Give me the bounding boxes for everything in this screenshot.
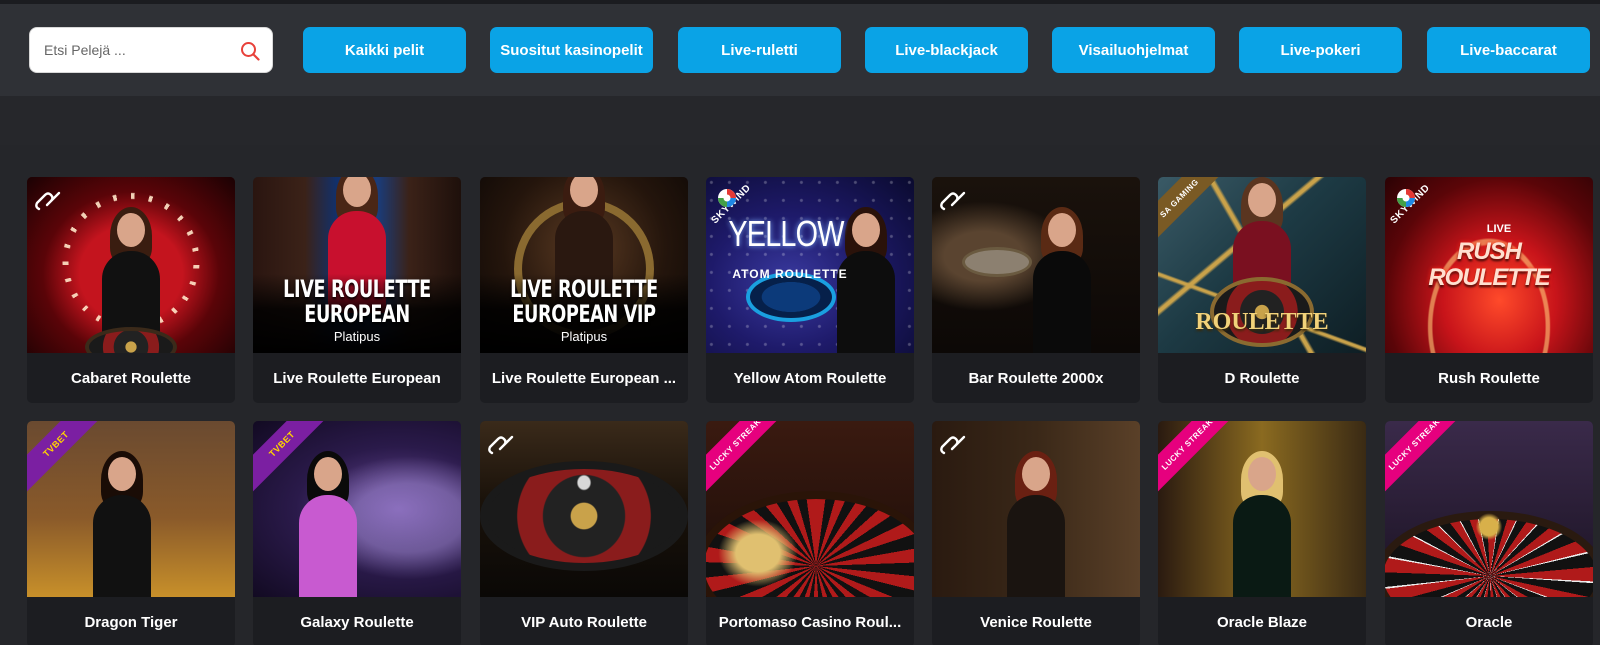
game-art-title: LIVE ROULETTE EUROPEAN Platipus <box>283 275 431 345</box>
game-title[interactable]: VIP Auto Roulette <box>480 597 688 645</box>
filter-popular-casino[interactable]: Suositut kasinopelit <box>490 27 653 73</box>
game-thumbnail[interactable] <box>932 421 1140 597</box>
game-art-title: RUSH ROULETTE <box>1428 238 1550 291</box>
dealer-figure <box>1027 207 1097 353</box>
game-title[interactable]: Cabaret Roulette <box>27 353 235 403</box>
game-title[interactable]: Rush Roulette <box>1385 353 1593 403</box>
game-card-yellow-atom-roulette[interactable]: SKYWIND YELLOW ATOM ROULETTE Yellow Atom… <box>706 177 914 403</box>
game-thumbnail[interactable]: LIVE ROULETTE EUROPEAN VIP Platipus <box>480 177 688 353</box>
game-title[interactable]: Bar Roulette 2000x <box>932 353 1140 403</box>
game-card-bar-roulette-2000x[interactable]: Bar Roulette 2000x <box>932 177 1140 403</box>
game-title[interactable]: Oracle <box>1385 597 1593 645</box>
game-thumbnail[interactable]: TVBET <box>27 421 235 597</box>
game-thumbnail[interactable]: TVBET <box>253 421 461 597</box>
game-thumbnail[interactable]: SKYWIND YELLOW ATOM ROULETTE <box>706 177 914 353</box>
game-card-portomaso-casino-roulette[interactable]: LUCKY STREAK Portomaso Casino Roul... <box>706 421 914 645</box>
game-thumbnail[interactable]: LIVE ROULETTE EUROPEAN Platipus <box>253 177 461 353</box>
game-thumbnail[interactable] <box>27 177 235 353</box>
game-thumbnail[interactable]: LUCKY STREAK <box>706 421 914 597</box>
game-art-title: YELLOW <box>728 213 844 254</box>
filter-all-games[interactable]: Kaikki pelit <box>303 27 466 73</box>
evolution-infinity-icon <box>940 191 966 211</box>
game-card-cabaret-roulette[interactable]: Cabaret Roulette <box>27 177 235 403</box>
game-title[interactable]: Live Roulette European ... <box>480 353 688 403</box>
game-card-rush-roulette[interactable]: SKYWIND LIVE RUSH ROULETTE Rush Roulette <box>1385 177 1593 403</box>
game-card-live-roulette-european[interactable]: LIVE ROULETTE EUROPEAN Platipus Live Rou… <box>253 177 461 403</box>
dealer-figure <box>293 451 363 597</box>
dealer-figure <box>87 451 157 597</box>
evolution-infinity-icon <box>940 435 966 455</box>
filter-live-baccarat[interactable]: Live-baccarat <box>1427 27 1590 73</box>
filter-live-roulette[interactable]: Live-ruletti <box>678 27 841 73</box>
game-thumbnail[interactable]: LUCKY STREAK <box>1158 421 1366 597</box>
game-thumbnail[interactable]: SA GAMING ROULETTE <box>1158 177 1366 353</box>
game-card-live-roulette-european-vip[interactable]: LIVE ROULETTE EUROPEAN VIP Platipus Live… <box>480 177 688 403</box>
dealer-figure <box>1001 451 1071 597</box>
game-card-oracle[interactable]: LUCKY STREAK Oracle <box>1385 421 1593 645</box>
game-title[interactable]: Oracle Blaze <box>1158 597 1366 645</box>
game-title[interactable]: Portomaso Casino Roul... <box>706 597 914 645</box>
game-art-title: ROULETTE <box>1195 309 1329 335</box>
separator-band <box>0 96 1600 145</box>
evolution-infinity-icon <box>488 435 514 455</box>
dealer-figure <box>1227 451 1297 597</box>
game-art-title: LIVE ROULETTE EUROPEAN VIP Platipus <box>510 275 658 345</box>
game-title[interactable]: D Roulette <box>1158 353 1366 403</box>
game-thumbnail[interactable]: SKYWIND LIVE RUSH ROULETTE <box>1385 177 1593 353</box>
skywind-icon <box>718 189 736 207</box>
game-title[interactable]: Live Roulette European <box>253 353 461 403</box>
game-title[interactable]: Yellow Atom Roulette <box>706 353 914 403</box>
game-card-dragon-tiger[interactable]: TVBET Dragon Tiger <box>27 421 235 645</box>
game-thumbnail[interactable] <box>480 421 688 597</box>
skywind-icon <box>1397 189 1415 207</box>
filter-live-poker[interactable]: Live-pokeri <box>1239 27 1402 73</box>
search-icon[interactable] <box>240 41 260 61</box>
game-card-venice-roulette[interactable]: Venice Roulette <box>932 421 1140 645</box>
filter-live-blackjack[interactable]: Live-blackjack <box>865 27 1028 73</box>
game-thumbnail[interactable] <box>932 177 1140 353</box>
game-art-subtitle: LIVE <box>1486 223 1512 235</box>
game-card-vip-auto-roulette[interactable]: VIP Auto Roulette <box>480 421 688 645</box>
search-box[interactable] <box>29 27 273 73</box>
provider-badge: LUCKY STREAK <box>1158 421 1236 493</box>
game-card-oracle-blaze[interactable]: LUCKY STREAK Oracle Blaze <box>1158 421 1366 645</box>
game-grid: Cabaret Roulette LIVE ROULETTE EUROPEAN … <box>0 145 1600 645</box>
game-card-galaxy-roulette[interactable]: TVBET Galaxy Roulette <box>253 421 461 645</box>
game-title[interactable]: Venice Roulette <box>932 597 1140 645</box>
game-title[interactable]: Dragon Tiger <box>27 597 235 645</box>
game-thumbnail[interactable]: LUCKY STREAK <box>1385 421 1593 597</box>
filter-game-shows[interactable]: Visailuohjelmat <box>1052 27 1215 73</box>
game-art-subtitle: ATOM ROULETTE <box>732 267 848 281</box>
game-title[interactable]: Galaxy Roulette <box>253 597 461 645</box>
evolution-infinity-icon <box>35 191 61 211</box>
game-card-d-roulette[interactable]: SA GAMING ROULETTE D Roulette <box>1158 177 1366 403</box>
filter-bar: Kaikki pelit Suositut kasinopelit Live-r… <box>0 4 1600 96</box>
search-input[interactable] <box>44 28 234 72</box>
